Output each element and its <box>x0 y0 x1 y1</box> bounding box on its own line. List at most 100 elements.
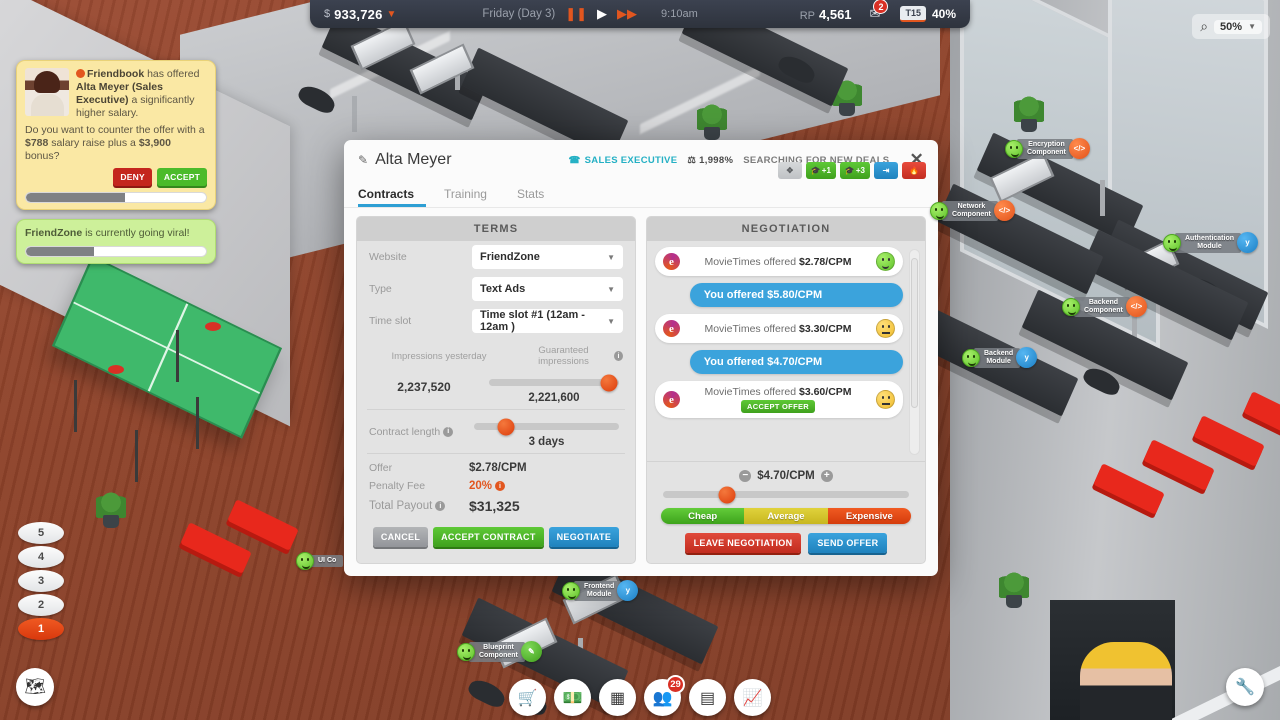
settings-button[interactable]: 🔧 <box>1226 668 1264 706</box>
employee-contract-dialog: ✎ Alta Meyer ☎ SALES EXECUTIVE ⚖ 1,998% … <box>344 140 938 576</box>
day-label: Friday (Day 3) <box>482 8 556 20</box>
chat-message-outgoing: You offered $4.70/CPM <box>689 350 903 374</box>
website-value: FriendZone <box>480 251 540 263</box>
notification-question: Do you want to counter the offer with a … <box>25 124 207 163</box>
version-progress[interactable]: T15 40% <box>900 6 956 22</box>
pause-button[interactable]: ❚❚ <box>565 6 587 22</box>
dock-servers-button[interactable]: ▤ <box>689 679 726 716</box>
info-icon[interactable]: i <box>435 501 446 511</box>
level-button-5[interactable]: 5 <box>18 522 64 544</box>
level-button-4[interactable]: 4 <box>18 546 64 568</box>
movietimes-logo-icon <box>663 253 680 270</box>
level-button-1[interactable]: 1 <box>18 618 64 640</box>
decrease-offer-button[interactable]: − <box>739 470 752 482</box>
slider-knob[interactable] <box>600 374 618 391</box>
friendbook-icon <box>76 69 85 78</box>
dock-shop-button[interactable]: 🛒 <box>509 679 546 716</box>
money-icon: 💵 <box>562 689 583 707</box>
currency-symbol: $ <box>324 8 331 20</box>
tab-contracts[interactable]: Contracts <box>358 187 426 207</box>
type-value: Text Ads <box>480 283 526 295</box>
impressions-yesterday-value: 2,237,520 <box>397 380 451 394</box>
zoom-control[interactable]: ⌕ 50% ▼ <box>1192 14 1270 39</box>
total-payout-row: Total Payout i $31,325 <box>357 495 635 517</box>
train-plus-1-button[interactable]: 🎓 +1 <box>805 162 836 179</box>
employee-action-buttons: ✥ 🎓 +1 🎓 +3 ⇥ 🔥 <box>777 162 926 179</box>
info-icon[interactable]: i <box>443 426 454 437</box>
timeslot-select[interactable]: Time slot #1 (12am - 12am ) ▼ <box>472 309 623 333</box>
potted-plant <box>96 492 126 528</box>
dock-apps-button[interactable]: ▦ <box>599 679 636 716</box>
table-leg <box>74 380 77 432</box>
contract-length-slider[interactable] <box>474 418 619 435</box>
notification-viral[interactable]: FriendZone is currently going viral! <box>16 219 216 264</box>
chat-text: MovieTimes offered $3.60/CPM ACCEPT OFFE… <box>687 386 869 413</box>
mail-button[interactable]: ✉ 2 <box>870 0 889 22</box>
type-select[interactable]: Text Ads ▼ <box>472 277 623 301</box>
type-label: Type <box>369 283 392 295</box>
train-1-label: +1 <box>821 166 831 175</box>
level-button-3[interactable]: 3 <box>18 570 64 592</box>
slider-knob[interactable] <box>497 418 515 435</box>
slider-knob[interactable] <box>718 486 736 503</box>
tab-stats[interactable]: Stats <box>515 187 556 207</box>
fire-employee-button[interactable]: 🔥 <box>902 162 926 179</box>
accept-contract-button[interactable]: ACCEPT CONTRACT <box>433 527 544 547</box>
info-icon[interactable]: i <box>495 481 506 491</box>
info-icon[interactable]: i <box>614 351 623 361</box>
website-label: Website <box>369 251 407 263</box>
tab-training[interactable]: Training <box>442 187 499 207</box>
send-offer-button[interactable]: SEND OFFER <box>808 533 888 553</box>
bottom-dock: 🛒 💵 ▦ 👥 29 ▤ 📈 <box>509 675 771 716</box>
accept-button[interactable]: ACCEPT <box>156 168 207 186</box>
viral-site: FriendZone <box>25 227 83 239</box>
gauge-expensive: Expensive <box>827 508 911 524</box>
dock-staff-button[interactable]: 👥 29 <box>644 675 685 716</box>
raise-amount: $788 <box>25 137 49 149</box>
accept-offer-button[interactable]: ACCEPT OFFER <box>741 400 815 413</box>
chat-amount: $3.60/CPM <box>799 386 852 398</box>
chevron-down-icon[interactable]: ▼ <box>387 9 397 20</box>
offer-slider[interactable] <box>663 486 909 503</box>
viral-message: is currently going viral! <box>82 227 190 239</box>
chat-message-incoming: MovieTimes offered $3.60/CPM ACCEPT OFFE… <box>655 381 903 418</box>
version-chip: T15 <box>900 6 926 22</box>
dock-stats-button[interactable]: 📈 <box>734 679 771 716</box>
chat-text-pre: MovieTimes offered <box>704 386 799 398</box>
map-button[interactable]: 🗺 <box>16 668 54 706</box>
map-icon: 🗺 <box>24 677 46 696</box>
zoom-level-select[interactable]: 50% ▼ <box>1214 19 1262 34</box>
website-select[interactable]: FriendZone ▼ <box>472 245 623 269</box>
play-button[interactable]: ▶ <box>597 6 607 22</box>
notification-salary-offer[interactable]: Friendbook has offered Alta Meyer (Sales… <box>16 60 216 210</box>
transfer-employee-button[interactable]: ⇥ <box>874 162 898 179</box>
ping-pong-paddle <box>205 322 221 331</box>
chat-text-pre: MovieTimes offered <box>704 322 799 335</box>
pencil-icon[interactable]: ✎ <box>358 153 368 167</box>
increase-offer-button[interactable]: + <box>820 470 833 482</box>
leave-negotiation-button[interactable]: LEAVE NEGOTIATION <box>684 533 802 553</box>
table-leg <box>196 397 199 449</box>
chat-scrollbar-thumb[interactable] <box>911 258 918 408</box>
cancel-button[interactable]: CANCEL <box>372 527 429 547</box>
deny-button[interactable]: DENY <box>113 168 152 186</box>
dock-finance-button[interactable]: 💵 <box>554 679 591 716</box>
server-icon: ▤ <box>699 689 716 707</box>
floor-level-selector[interactable]: 5 4 3 2 1 <box>18 522 64 642</box>
guaranteed-impressions-slider[interactable] <box>489 374 619 391</box>
chat-amount: $3.30/CPM <box>799 322 852 335</box>
chart-icon: 📈 <box>742 689 763 707</box>
fast-forward-button[interactable]: ▶▶ <box>617 6 637 22</box>
timeslot-value: Time slot #1 (12am - 12am ) <box>480 309 585 333</box>
negotiate-button[interactable]: NEGOTIATE <box>548 527 620 547</box>
level-button-2[interactable]: 2 <box>18 594 64 616</box>
money-display[interactable]: $ 933,726 ▼ <box>324 7 396 22</box>
chat-scrollbar[interactable] <box>909 249 920 455</box>
train-plus-3-button[interactable]: 🎓 +3 <box>839 162 870 179</box>
rp-label: RP <box>799 9 815 22</box>
basket-icon: 🛒 <box>517 689 538 707</box>
offer-stepper: − $4.70/CPM + <box>661 470 911 482</box>
bonus-amount: $3,900 <box>138 137 171 149</box>
move-employee-button[interactable]: ✥ <box>777 162 802 179</box>
table-leg <box>176 330 179 382</box>
